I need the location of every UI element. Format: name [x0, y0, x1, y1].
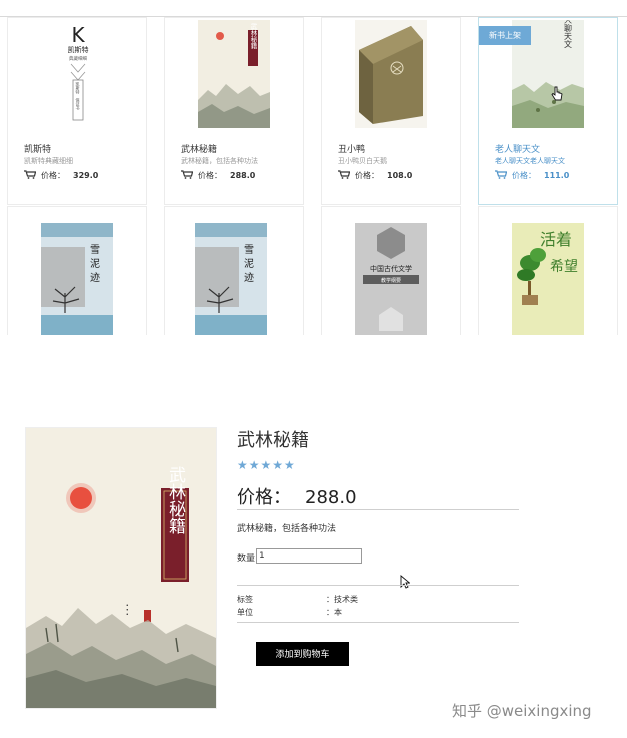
add-to-cart-button[interactable]: 添加到购物车	[256, 642, 349, 666]
cover-subtitle: 典藏细细	[69, 55, 87, 62]
price-label: 价格：	[237, 487, 291, 508]
price-label: 价格：	[512, 171, 536, 180]
hand-cursor-icon	[551, 86, 563, 101]
product-name[interactable]: 老人聊天文	[495, 142, 540, 155]
cover-title: 活着	[540, 230, 572, 249]
price-value: 288.0	[305, 487, 357, 508]
cart-icon	[24, 170, 36, 179]
product-name[interactable]: 凯斯特	[24, 142, 51, 155]
cart-icon	[338, 170, 350, 179]
cover-title: 希望	[550, 259, 578, 275]
product-title: 武林秘籍	[237, 430, 309, 451]
divider	[237, 622, 519, 623]
attr-key: 单位	[237, 608, 253, 617]
watermark: 知乎 @weixingxing	[452, 702, 592, 720]
cover-title-char: 雪	[244, 244, 254, 256]
attr-value: ：本	[326, 608, 342, 617]
book-cover: 雪 泥 迹	[195, 223, 267, 335]
cover-title: 武林秘籍	[249, 22, 257, 51]
product-card[interactable]: K 凯斯特 典藏细细 凯斯特 保证书 凯斯特 凯斯特典藏细细 价格： 329.0	[7, 17, 147, 205]
product-name[interactable]: 丑小鸭	[338, 142, 365, 155]
detail-book-cover: 武林秘籍 ･･･	[25, 427, 217, 709]
book-cover: 武林秘籍	[198, 20, 270, 128]
cover-card-text: 保证书	[76, 97, 81, 111]
detail-cover-title: 武林秘籍	[165, 466, 186, 534]
price-value: 111.0	[544, 171, 570, 180]
price-value: 288.0	[230, 171, 256, 180]
divider	[237, 509, 519, 510]
svg-text:･･･: ･･･	[121, 603, 131, 617]
cover-title: 老人聊天文	[564, 20, 573, 49]
product-desc: 武林秘籍，包括各种功法	[181, 157, 258, 165]
product-price: 价格： 329.0	[24, 170, 98, 181]
product-card[interactable]: 武林秘籍 武林秘籍 武林秘籍，包括各种功法 价格： 288.0	[164, 17, 304, 205]
book-cover: K 凯斯特 典藏细细 凯斯特 保证书	[41, 20, 115, 128]
product-card[interactable]: 中国古代文学 教学纲要	[321, 206, 461, 335]
product-desc: 凯斯特典藏细细	[24, 157, 73, 165]
quantity-input[interactable]	[256, 548, 362, 564]
attr-value: ：技术类	[326, 595, 358, 604]
cart-icon	[181, 170, 193, 179]
product-card[interactable]: 雪 泥 迹	[164, 206, 304, 335]
cover-title: 中国古代文学	[370, 264, 412, 273]
price-label: 价格：	[41, 171, 65, 180]
product-price: 价格： 108.0	[338, 170, 412, 181]
divider	[237, 585, 519, 586]
cover-letter: K	[71, 23, 85, 47]
cover-subtitle: 教学纲要	[381, 277, 401, 284]
price-value: 108.0	[387, 171, 413, 180]
cover-title-char: 迹	[244, 271, 254, 284]
book-cover: 雪 泥 迹	[41, 223, 113, 335]
product-desc: 老人聊天文老人聊天文	[495, 157, 565, 165]
arrow-cursor-icon	[400, 575, 410, 589]
product-price: 价格： 111.0	[495, 170, 569, 181]
product-card[interactable]: 老人聊天文 新书上架 老人聊天文 老人聊天文老人聊天文 价格： 111.0	[478, 17, 618, 205]
product-card[interactable]: 丑小鸭 丑小鸭贝白天鹅 价格： 108.0	[321, 17, 461, 205]
cover-title-char: 迹	[90, 271, 100, 284]
quantity-label: 数量	[237, 554, 256, 564]
book-cover: 活着 希望	[512, 223, 584, 335]
new-book-badge: 新书上架	[479, 26, 531, 45]
cover-title-char: 雪	[90, 244, 100, 256]
cover-title-char: 泥	[90, 257, 100, 270]
product-card[interactable]: 雪 泥 迹	[7, 206, 147, 335]
price-label: 价格：	[355, 171, 379, 180]
product-name[interactable]: 武林秘籍	[181, 142, 217, 155]
price-label: 价格：	[198, 171, 222, 180]
book-cover: 中国古代文学 教学纲要	[355, 223, 427, 335]
rating-stars: ★★★★★	[237, 458, 296, 472]
product-price: 价格： 288.0	[181, 170, 255, 181]
product-description: 武林秘籍，包括各种功法	[237, 524, 337, 534]
product-grid: K 凯斯特 典藏细细 凯斯特 保证书 凯斯特 凯斯特典藏细细 价格： 329.0 …	[0, 0, 627, 335]
book-cover	[355, 20, 427, 128]
product-price: 价格： 288.0	[237, 483, 357, 509]
cart-icon	[495, 170, 507, 179]
product-card[interactable]: 活着 希望	[478, 206, 618, 335]
attr-key: 标签	[237, 595, 253, 604]
cover-brand: 凯斯特	[68, 45, 89, 54]
product-desc: 丑小鸭贝白天鹅	[338, 157, 387, 165]
cover-title-char: 泥	[244, 257, 254, 270]
price-value: 329.0	[73, 171, 99, 180]
cover-card-text: 凯斯特	[76, 81, 81, 94]
